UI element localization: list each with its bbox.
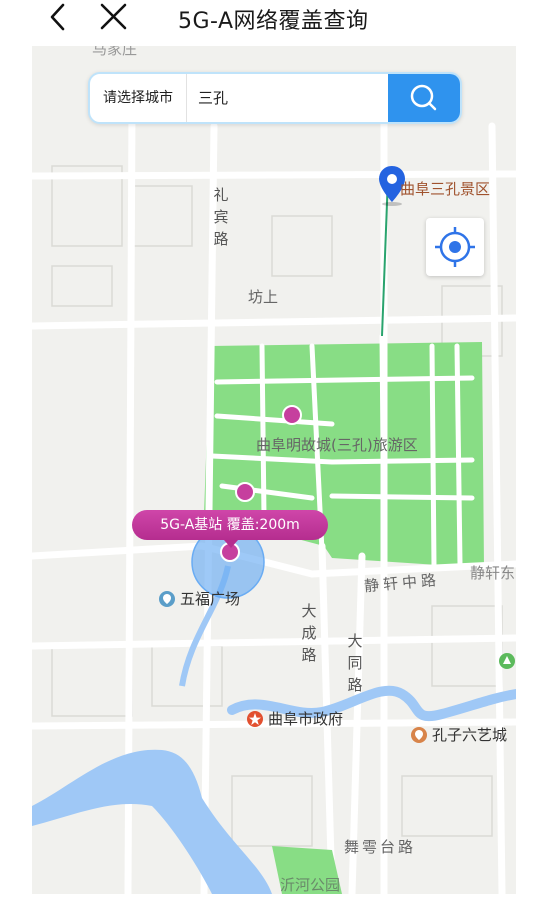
map-base (32, 46, 516, 894)
map-label-old-city: 曲阜明故城(三孔)旅游区 (256, 436, 418, 454)
search-bar: 请选择城市 三孔 (88, 72, 462, 124)
chevron-left-icon[interactable] (44, 2, 74, 32)
base-station-marker[interactable] (281, 404, 303, 426)
map-label-jingxuan-edge: 静轩东 (470, 564, 516, 582)
map-label-yihe-park: 沂河公园 (280, 876, 341, 894)
station-tooltip-tail (224, 540, 238, 548)
poi-icon[interactable] (410, 726, 428, 744)
map-label-libin-road: 礼宾路 (213, 186, 229, 248)
close-icon[interactable] (98, 2, 130, 32)
header-bar: 5G-A网络覆盖查询 (0, 0, 540, 40)
poi-label-sankong[interactable]: 曲阜三孔景区 (400, 178, 490, 199)
map-label-fangshang: 坊上 (248, 288, 279, 306)
base-station-marker[interactable] (234, 481, 256, 503)
poi-label-liuyi-city[interactable]: 孔子六艺城 (432, 724, 507, 745)
search-icon (410, 84, 437, 111)
map-label-top-road: 马家庄 (92, 46, 138, 58)
locate-button[interactable] (426, 218, 484, 276)
search-button[interactable] (388, 74, 460, 122)
map-label-dacheng-road: 大成路 (301, 602, 317, 664)
page-title: 5G-A网络覆盖查询 (178, 9, 369, 34)
poi-label-government[interactable]: 曲阜市政府 (268, 708, 343, 729)
map-label-datong-road: 大同路 (347, 632, 363, 694)
poi-icon[interactable] (498, 652, 516, 670)
station-tooltip: 5G-A基站 覆盖:200m (132, 510, 328, 540)
search-input[interactable]: 三孔 (198, 74, 228, 122)
poi-icon[interactable] (158, 590, 176, 608)
map-view[interactable]: 马家庄 请选择城市 三孔 曲阜三孔景区 礼宾路 坊上 曲阜明故城(三孔)旅游区 (32, 46, 516, 894)
city-select[interactable]: 请选择城市 (90, 74, 187, 122)
poi-label-wufu-square[interactable]: 五福广场 (180, 588, 240, 609)
poi-icon[interactable] (246, 710, 264, 728)
map-label-wulingtai-road: 舞雩台路 (344, 838, 417, 856)
crosshair-icon (435, 227, 475, 267)
